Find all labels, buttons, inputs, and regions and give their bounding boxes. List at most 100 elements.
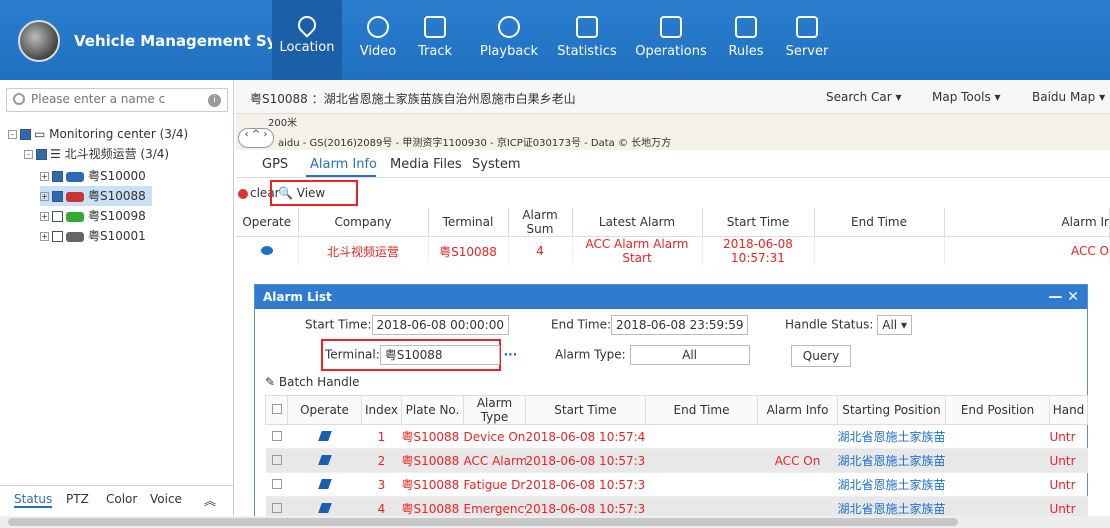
cell-start-position[interactable]: 湖北省恩施土家族苗族I (837, 448, 946, 473)
cell-sum: 4 (508, 236, 573, 265)
handle-status-select[interactable]: All ▾ (877, 315, 912, 335)
col-header: Latest Alarm (572, 208, 703, 237)
tab-alarm-info[interactable]: Alarm Info (310, 157, 377, 172)
cell-plate: 粤S10088 (401, 448, 464, 473)
minimize-icon[interactable]: — (1048, 289, 1067, 305)
nav-label: Rules (728, 44, 764, 59)
nav-location[interactable]: Location (272, 0, 342, 80)
batch-label: Batch Handle (278, 375, 360, 389)
row-checkbox[interactable] (271, 454, 282, 465)
alarm-type-select[interactable]: All (629, 345, 750, 365)
cell-info (757, 472, 838, 497)
table-row[interactable]: 北斗视频运营 粤S10088 4 ACC Alarm Alarm Start 2… (236, 236, 1110, 265)
tree-root[interactable]: - ▭ Monitoring center (3/4) (8, 124, 188, 144)
end-time-input[interactable]: 2018-06-08 23:59:59 (611, 315, 749, 335)
table-row[interactable]: 3 粤S10088 Fatigue Driv 2018-06-08 10:57:… (265, 472, 1088, 497)
col-header: End Time (814, 208, 945, 237)
cell-handle: Untr (1049, 424, 1088, 449)
cell-index: 1 (361, 424, 402, 449)
vehicle-search-input[interactable] (31, 92, 191, 106)
table-row[interactable]: 1 粤S10088 Device On- 2018-06-08 10:57:40… (265, 424, 1088, 449)
search-car-button[interactable]: Search Car ▾ (826, 90, 902, 104)
collapse-up-icon[interactable]: ︽ (204, 492, 216, 509)
left-bottom-tabs: Status PTZ Color Voice ︽ (0, 485, 234, 511)
tree-label: 粤S10098 (88, 209, 146, 223)
expand-icon[interactable]: + (40, 232, 49, 241)
cell-type: Fatigue Driv (463, 472, 526, 497)
expand-icon[interactable]: + (40, 172, 49, 181)
map-nav-arrows-icon[interactable]: ‹ ^ › (238, 128, 274, 148)
checkbox[interactable] (20, 129, 31, 140)
select-all-checkbox[interactable] (271, 404, 282, 414)
cell-terminal: 粤S10088 (428, 236, 509, 265)
edit-pencil-icon[interactable] (317, 454, 332, 465)
tab-color[interactable]: Color (106, 492, 137, 506)
checkbox[interactable] (52, 171, 63, 182)
col-header: Index (361, 395, 402, 425)
edit-pencil-icon[interactable] (317, 430, 332, 441)
nav-playback[interactable]: Playback (474, 0, 544, 80)
alarm-list-table: Operate Index Plate No. Alarm Type Start… (265, 395, 1088, 521)
eye-icon[interactable] (260, 246, 273, 255)
end-time-field: End Time: 2018-06-08 23:59:59 (551, 315, 749, 335)
tree-vehicle[interactable]: + 粤S10098 (40, 206, 146, 226)
checkbox[interactable] (52, 191, 63, 202)
nav-track[interactable]: Track (412, 0, 458, 80)
info-icon[interactable]: i (208, 94, 221, 107)
cell-start-position[interactable]: 湖北省恩施土家族苗族I (837, 424, 946, 449)
edit-pencil-icon[interactable] (317, 502, 332, 513)
tab-voice[interactable]: Voice (150, 492, 182, 506)
cell-start-position[interactable]: 湖北省恩施土家族苗族I (837, 472, 946, 497)
map-tools-button[interactable]: Map Tools ▾ (932, 90, 1001, 104)
col-header: Alarm Type (463, 395, 526, 425)
batch-handle-button[interactable]: ✎ Batch Handle (265, 375, 360, 389)
more-icon[interactable]: ··· (504, 348, 518, 362)
row-checkbox[interactable] (271, 430, 282, 441)
expand-icon[interactable]: + (40, 192, 49, 201)
checkbox[interactable] (52, 211, 63, 222)
cell-handle: Untr (1049, 448, 1088, 473)
checkbox[interactable] (52, 231, 63, 242)
row-checkbox[interactable] (271, 502, 282, 513)
nav-rules[interactable]: Rules (724, 0, 768, 80)
nav-statistics[interactable]: Statistics (556, 0, 618, 80)
map-area[interactable]: 200米 ‹ ^ › aidu - GS(2016)2089号 - 甲测资字11… (236, 114, 1110, 150)
nav-video[interactable]: Video (355, 0, 401, 80)
baidu-map-button[interactable]: Baidu Map ▾ (1032, 90, 1105, 104)
query-button[interactable]: Query (791, 345, 851, 367)
checkbox[interactable] (36, 149, 47, 160)
tree-vehicle[interactable]: + 粤S10000 (40, 166, 146, 186)
tab-gps[interactable]: GPS (262, 157, 288, 172)
dialog-titlebar: Alarm List — ✕ (255, 285, 1087, 309)
table-row[interactable]: 2 粤S10088 ACC Alarm 2018-06-08 10:57:31 … (265, 448, 1088, 473)
nav-operations[interactable]: Operations (632, 0, 710, 80)
left-panel: i -▭ Monitoring center (3/4) -☰ 北斗视频运营 (… (0, 80, 234, 528)
nav-server[interactable]: Server (782, 0, 832, 80)
dialog-controls: — ✕ (1048, 289, 1079, 305)
tab-ptz[interactable]: PTZ (66, 492, 89, 506)
col-header: Company (298, 208, 429, 237)
tab-media-files[interactable]: Media Files (390, 157, 462, 172)
row-checkbox[interactable] (271, 478, 282, 489)
tab-system[interactable]: System (472, 157, 520, 172)
tab-status[interactable]: Status (14, 492, 53, 508)
horizontal-scrollbar[interactable] (0, 516, 1110, 528)
top-header: Vehicle Management System Location Video… (0, 0, 1110, 80)
view-button[interactable]: 🔍 View (270, 180, 358, 206)
collapse-icon[interactable]: - (8, 130, 17, 139)
map-scale: 200米 (268, 118, 298, 129)
vehicle-address: 粤S10088 ：湖北省恩施土家族苗族自治州恩施市白果乡老山 (250, 92, 576, 106)
tree-group[interactable]: - ☰ 北斗视频运营 (3/4) (24, 144, 169, 164)
scrollbar-thumb[interactable] (8, 518, 958, 526)
terminal-select[interactable]: 粤S10088 (379, 345, 500, 365)
tree-vehicle-selected[interactable]: + 粤S10088 (40, 186, 152, 206)
vehicle-search-box[interactable]: i (6, 88, 228, 112)
operations-icon (660, 16, 682, 38)
edit-pencil-icon[interactable] (317, 478, 332, 489)
tree-vehicle[interactable]: + 粤S10001 (40, 226, 146, 246)
start-time-input[interactable]: 2018-06-08 00:00:00 (371, 315, 509, 335)
collapse-icon[interactable]: - (24, 150, 33, 159)
expand-icon[interactable]: + (40, 212, 49, 221)
alarm-summary-table: Operate Company Terminal Alarm Sum Lates… (236, 208, 1110, 265)
close-icon[interactable]: ✕ (1067, 289, 1079, 305)
